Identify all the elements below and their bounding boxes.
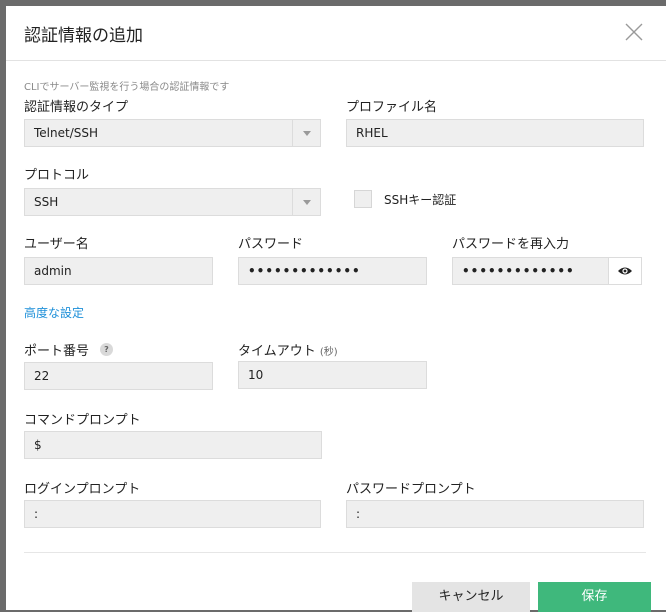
dialog-header: 認証情報の追加 — [6, 6, 666, 61]
cancel-button[interactable]: キャンセル — [412, 582, 530, 612]
command-prompt-input[interactable]: $ — [24, 431, 322, 459]
port-label: ポート番号 — [24, 344, 90, 359]
timeout-input[interactable]: 10 — [238, 361, 427, 389]
timeout-label: タイムアウト — [238, 344, 316, 359]
command-prompt-value: $ — [34, 438, 42, 452]
footer-divider — [24, 552, 646, 553]
password-prompt-value: : — [356, 507, 361, 521]
password-prompt-label: パスワードプロンプト — [346, 482, 476, 497]
password-label: パスワード — [238, 237, 304, 252]
close-icon[interactable] — [622, 20, 646, 44]
login-prompt-input[interactable]: : — [24, 500, 321, 528]
password-input[interactable]: ••••••••••••• — [238, 257, 427, 285]
password-confirm-input[interactable]: ••••••••••••• — [452, 257, 642, 285]
login-prompt-value: : — [34, 507, 39, 521]
advanced-settings-link[interactable]: 高度な設定 — [24, 304, 84, 321]
credential-type-value: Telnet/SSH — [34, 126, 99, 140]
protocol-value: SSH — [34, 195, 59, 209]
caret-down-icon — [292, 120, 320, 146]
ssh-key-auth-label: SSHキー認証 — [384, 193, 457, 207]
timeout-unit: (秒) — [319, 347, 338, 358]
help-icon[interactable]: ? — [100, 343, 113, 356]
command-prompt-label: コマンドプロンプト — [24, 413, 141, 428]
caret-down-icon — [292, 189, 320, 215]
timeout-value: 10 — [248, 368, 264, 382]
save-button[interactable]: 保存 — [538, 582, 651, 612]
eye-icon[interactable] — [608, 258, 641, 284]
username-label: ユーザー名 — [24, 237, 89, 252]
login-prompt-label: ログインプロンプト — [24, 482, 141, 497]
password-prompt-input[interactable]: : — [346, 500, 644, 528]
dialog-description: CLIでサーバー監視を行う場合の認証情報です — [24, 82, 230, 93]
password-value: ••••••••••••• — [248, 264, 361, 278]
profile-name-value: RHEL — [356, 126, 388, 140]
credential-type-label: 認証情報のタイプ — [24, 100, 129, 115]
password-confirm-value: ••••••••••••• — [462, 264, 575, 278]
timeout-label-group: タイムアウト (秒) — [238, 340, 338, 359]
add-credential-dialog: 認証情報の追加 CLIでサーバー監視を行う場合の認証情報です 認証情報のタイプ … — [6, 6, 666, 612]
password-confirm-label: パスワードを再入力 — [452, 237, 570, 252]
profile-name-input[interactable]: RHEL — [346, 119, 644, 147]
profile-name-label: プロファイル名 — [346, 100, 438, 115]
port-input[interactable]: 22 — [24, 362, 213, 390]
username-input[interactable]: admin — [24, 257, 213, 285]
protocol-label: プロトコル — [24, 168, 90, 183]
username-value: admin — [34, 264, 72, 278]
ssh-key-auth-checkbox[interactable] — [354, 190, 372, 208]
dialog-title: 認証情報の追加 — [24, 26, 143, 46]
port-value: 22 — [34, 369, 50, 383]
protocol-select[interactable]: SSH — [24, 188, 321, 216]
credential-type-select[interactable]: Telnet/SSH — [24, 119, 321, 147]
